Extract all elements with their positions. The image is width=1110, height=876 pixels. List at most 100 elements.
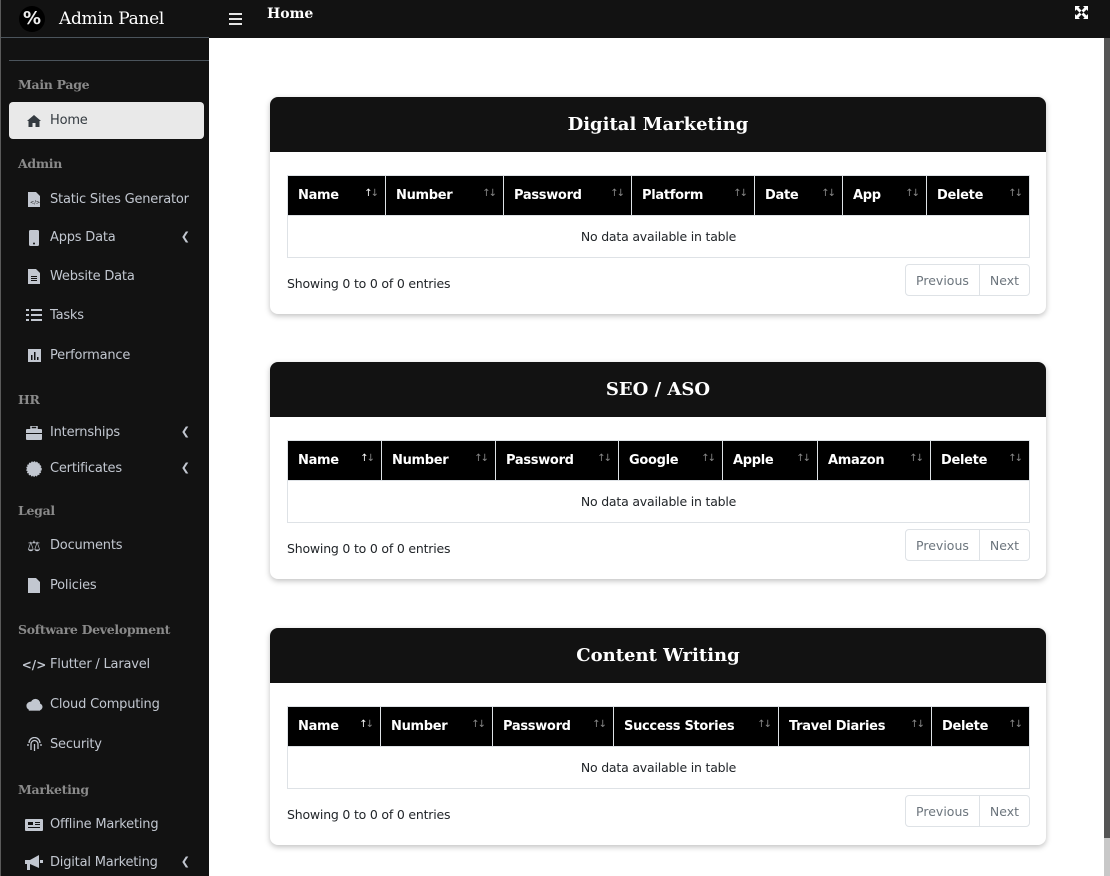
sidebar-item-flutter-laravel[interactable]: </> Flutter / Laravel [9,646,204,683]
sidebar-item-internships[interactable]: Internships ❮ [9,414,204,451]
page-title: Home [267,6,314,22]
card-title: SEO / ASO [270,362,1046,417]
chevron-left-icon: ❮ [180,855,190,868]
sidebar: % Admin Panel Main Page Home Admin </> S… [0,0,209,876]
topbar: Home [209,0,1110,38]
column-header-label: Password [506,453,574,468]
previous-button[interactable]: Previous [906,796,979,826]
column-header-success-stories[interactable]: Success Stories ↑↓ [613,706,779,747]
column-header-number[interactable]: Number ↑↓ [385,175,504,216]
sidebar-item-label: Documents [50,538,123,553]
pagination: Previous Next [905,795,1030,827]
sidebar-item-label: Static Sites Generator [50,192,189,207]
home-icon [25,112,43,130]
sort-icon: ↑↓ [474,453,489,464]
sort-icon: ↑↓ [1008,453,1023,464]
sort-icon: ↑↓ [364,188,379,199]
data-table: Name ↑↓ Number ↑↓ Password ↑↓ Platform ↑↓ Date ↑↓… [287,175,1030,258]
expand-icon[interactable] [1075,6,1088,23]
previous-button[interactable]: Previous [906,265,979,295]
scrollbar-track[interactable] [1104,838,1110,876]
sidebar-item-label: Home [50,113,88,128]
next-button[interactable]: Next [978,265,1029,295]
column-header-name[interactable]: Name ↑↓ [287,706,381,747]
column-header-delete[interactable]: Delete ↑↓ [926,175,1030,216]
column-header-apple[interactable]: Apple ↑↓ [722,440,818,481]
column-header-label: Delete [941,453,988,468]
column-header-number[interactable]: Number ↑↓ [381,440,496,481]
column-header-delete[interactable]: Delete ↑↓ [930,440,1030,481]
table-info: Showing 0 to 0 of 0 entries [287,541,451,556]
pagination: Previous Next [905,529,1030,561]
column-header-password[interactable]: Password ↑↓ [495,440,619,481]
column-header-app[interactable]: App ↑↓ [842,175,927,216]
sidebar-item-tasks[interactable]: Tasks [9,297,204,334]
sidebar-item-label: Policies [50,578,97,593]
bullhorn-icon [25,854,43,872]
sort-icon: ↑↓ [733,188,748,199]
column-header-password[interactable]: Password ↑↓ [492,706,614,747]
column-header-number[interactable]: Number ↑↓ [380,706,493,747]
sort-icon: ↑↓ [597,453,612,464]
main-content: Digital Marketing Name ↑↓ Number ↑↓ Password… [209,38,1104,876]
column-header-name[interactable]: Name ↑↓ [287,440,382,481]
sidebar-item-label: Apps Data [50,230,116,245]
sidebar-item-policies[interactable]: Policies [9,567,204,604]
column-header-date[interactable]: Date ↑↓ [754,175,843,216]
file-alt-icon [25,268,43,286]
column-header-travel-diaries[interactable]: Travel Diaries ↑↓ [778,706,932,747]
scrollbar-thumb[interactable] [1104,38,1110,838]
data-table: Name ↑↓ Number ↑↓ Password ↑↓ Success Stories ↑… [287,706,1030,789]
sidebar-item-offline-marketing[interactable]: Offline Marketing [9,806,204,843]
sidebar-item-digital-marketing[interactable]: Digital Marketing ❮ [9,844,204,876]
table-info: Showing 0 to 0 of 0 entries [287,276,451,291]
sort-icon: ↑↓ [360,453,375,464]
brand-logo-icon: % [19,5,45,32]
empty-table-message: No data available in table [287,215,1030,258]
brand-link[interactable]: % Admin Panel [1,0,209,38]
column-header-amazon[interactable]: Amazon ↑↓ [817,440,931,481]
nav-header-admin: Admin [18,156,63,171]
sidebar-divider [9,38,209,61]
column-header-label: Name [298,453,339,468]
sidebar-item-home[interactable]: Home [9,102,204,139]
sidebar-item-certificates[interactable]: Certificates ❮ [9,450,204,487]
sidebar-item-apps-data[interactable]: Apps Data ❮ [9,219,204,256]
sidebar-item-label: Internships [50,425,120,440]
column-header-label: Travel Diaries [789,719,886,734]
table-header-row: Name ↑↓ Number ↑↓ Password ↑↓ Platform ↑↓ Date ↑↓… [287,175,1030,216]
sidebar-item-label: Website Data [50,269,135,284]
svg-text:</>: </> [30,200,40,206]
column-header-label: Date [765,188,799,203]
column-header-label: Number [396,188,453,203]
next-button[interactable]: Next [978,796,1029,826]
sidebar-item-security[interactable]: Security [9,726,204,763]
sidebar-item-static-sites-generator[interactable]: </> Static Sites Generator [9,181,204,218]
column-header-delete[interactable]: Delete ↑↓ [931,706,1030,747]
column-header-name[interactable]: Name ↑↓ [287,175,386,216]
chevron-left-icon: ❮ [180,461,190,474]
code-icon: </> [21,657,47,672]
column-header-label: Password [514,188,582,203]
next-button[interactable]: Next [978,530,1029,560]
sort-icon: ↑↓ [796,453,811,464]
sort-icon: ↑↓ [1008,188,1023,199]
sidebar-item-performance[interactable]: Performance [9,337,204,374]
sidebar-item-cloud-computing[interactable]: Cloud Computing [9,686,204,723]
column-header-password[interactable]: Password ↑↓ [503,175,632,216]
hamburger-icon[interactable] [229,13,247,25]
sidebar-item-label: Tasks [50,308,84,323]
sort-icon: ↑↓ [757,719,772,730]
column-header-platform[interactable]: Platform ↑↓ [631,175,755,216]
previous-button[interactable]: Previous [906,530,979,560]
sidebar-item-website-data[interactable]: Website Data [9,258,204,295]
card-title: Content Writing [270,628,1046,683]
file-icon [25,577,43,595]
chart-bar-icon [25,347,43,365]
sort-icon: ↑↓ [909,453,924,464]
sidebar-item-documents[interactable]: ⚖ Documents [9,527,204,564]
column-header-google[interactable]: Google ↑↓ [618,440,723,481]
chevron-left-icon: ❮ [180,230,190,243]
card-digital-marketing: Digital Marketing Name ↑↓ Number ↑↓ Password… [270,97,1046,314]
empty-table-message: No data available in table [287,746,1030,789]
